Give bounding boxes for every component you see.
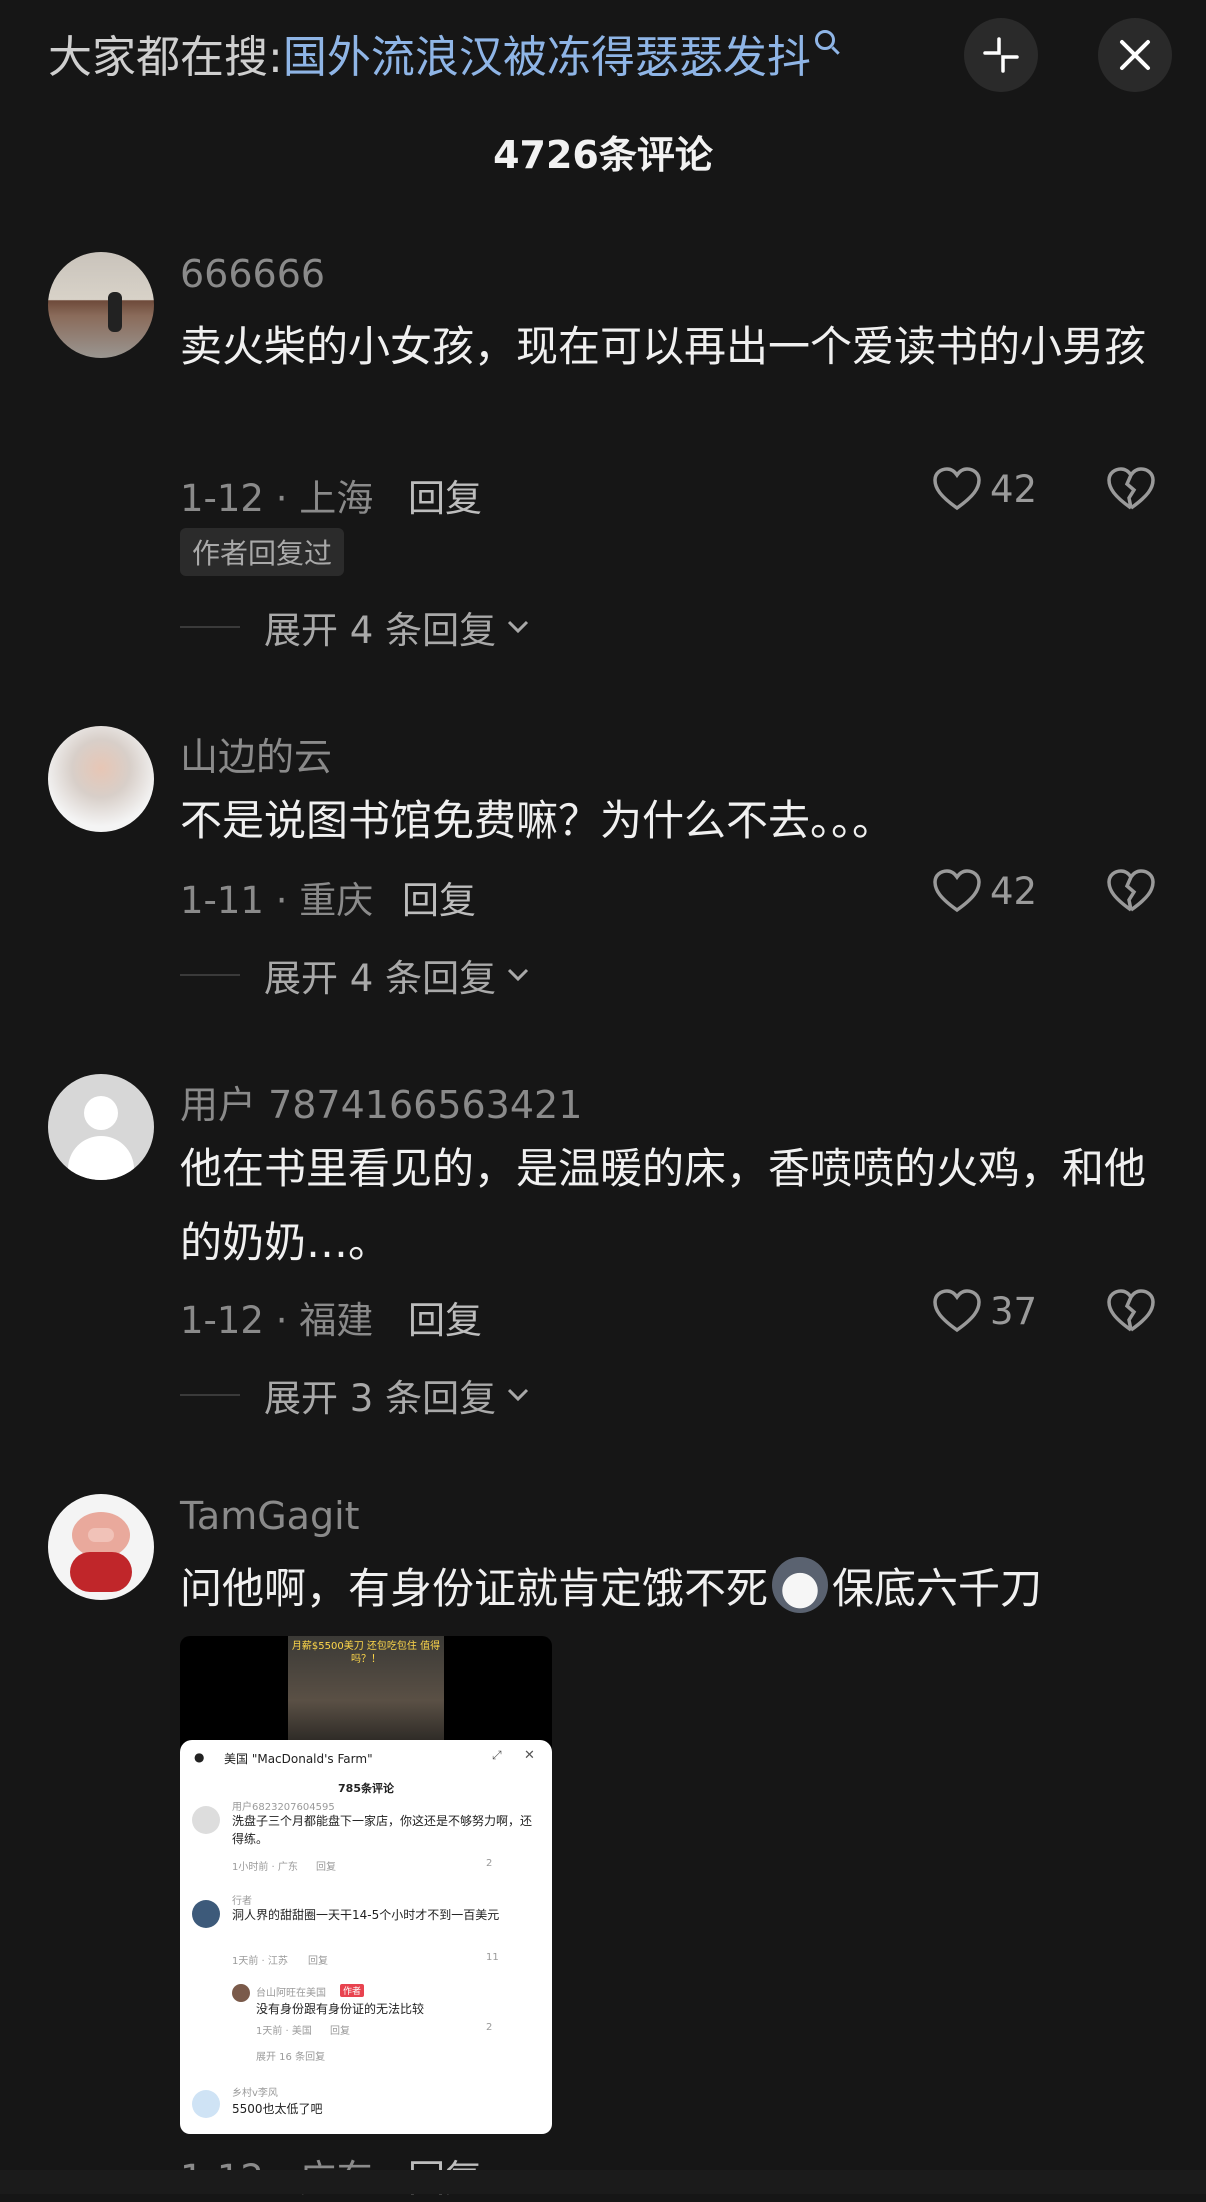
- comment-username[interactable]: 山边的云: [180, 726, 332, 781]
- expand-label: 展开 4 条回复: [264, 957, 497, 1000]
- reply-button[interactable]: 回复: [408, 1290, 482, 1344]
- heart-icon: [933, 467, 981, 511]
- chevron-down-icon: [508, 620, 529, 634]
- embedded-username: 行者: [232, 1896, 252, 1907]
- avatar[interactable]: [48, 252, 154, 358]
- comment-text-part: 问他啊，有身份证就肯定饿不死: [180, 1564, 769, 1613]
- like-count: 42: [990, 467, 1038, 511]
- embedded-likes: 2: [486, 1858, 493, 1869]
- embedded-username: 乡村v李风: [232, 2088, 278, 2099]
- heart-icon: [933, 869, 981, 913]
- embedded-username: 台山阿旺在美国: [256, 1988, 326, 1999]
- like-count: 37: [990, 1289, 1038, 1333]
- expand-replies-button[interactable]: 展开 4 条回复: [180, 600, 530, 654]
- embedded-text: 没有身份跟有身份证的无法比较: [256, 2002, 425, 2016]
- comment-username[interactable]: 666666: [180, 252, 325, 296]
- expand-replies-button[interactable]: 展开 3 条回复: [180, 1368, 530, 1422]
- embedded-reply: 回复: [308, 1956, 328, 1967]
- search-prefix: 大家都在搜:: [48, 32, 283, 83]
- expand-replies-button[interactable]: 展开 4 条回复: [180, 948, 530, 1002]
- embedded-meta: 1天前 · 江苏: [232, 1956, 288, 1967]
- embedded-reply: 回复: [316, 1862, 336, 1873]
- chevron-down-icon: [508, 968, 529, 982]
- avatar: [192, 2090, 220, 2118]
- bottom-bar: [0, 2170, 1206, 2194]
- comment-text: 不是说图书馆免费嘛？为什么不去。。。: [180, 796, 895, 845]
- broken-heart-icon: [1107, 869, 1155, 912]
- close-icon: ✕: [524, 1748, 535, 1763]
- dislike-button[interactable]: [1106, 466, 1156, 516]
- avatar[interactable]: [48, 1494, 154, 1600]
- comment-date-location: 1-11 · 重庆: [180, 879, 374, 922]
- divider: [180, 626, 240, 628]
- divider: [180, 1394, 240, 1396]
- expand-label: 展开 3 条回复: [264, 1377, 497, 1420]
- embedded-expand: 展开 16 条回复: [256, 2052, 326, 2063]
- location-pin-icon: ●: [194, 1750, 205, 1764]
- avatar: [192, 1900, 220, 1928]
- comment-text: 卖火柴的小女孩，现在可以再出一个爱读书的小男孩: [180, 322, 1147, 371]
- comment-date-location: 1-12 · 上海: [180, 477, 374, 520]
- avatar: [192, 1806, 220, 1834]
- like-button[interactable]: 37: [932, 1288, 1037, 1334]
- trending-search-term[interactable]: 国外流浪汉被冻得瑟瑟发抖: [283, 32, 811, 83]
- avatar: [232, 1984, 250, 2002]
- reply-button[interactable]: 回复: [402, 870, 476, 924]
- embedded-reply: 回复: [330, 2026, 350, 2037]
- expand-label: 展开 4 条回复: [264, 609, 497, 652]
- embedded-comment-sheet: ● 美国 "MacDonald's Farm" ⤢ ✕ 785条评论 用户682…: [180, 1740, 552, 2134]
- comment-image[interactable]: 月薪$5500美刀 还包吃包住 值得吗？！ ● 美国 "MacDonald's …: [180, 1636, 552, 2134]
- like-button[interactable]: 42: [932, 466, 1037, 512]
- embedded-meta: 1小时前 · 广东: [232, 1862, 298, 1873]
- dislike-button[interactable]: [1106, 868, 1156, 918]
- trending-search-hint[interactable]: 大家都在搜:国外流浪汉被冻得瑟瑟发抖: [48, 30, 835, 86]
- embedded-likes: 11: [486, 1952, 499, 1963]
- embedded-text: 洞人界的甜甜圈一天干14-5个小时才不到一百美元: [232, 1908, 500, 1922]
- embedded-meta: 1天前 · 美国: [256, 2026, 312, 2037]
- collapse-icon: ⤢: [492, 1748, 502, 1762]
- chevron-down-icon: [508, 1388, 529, 1402]
- author-replied-badge: 作者回复过: [180, 528, 345, 576]
- heart-icon: [933, 1289, 981, 1333]
- reply-button[interactable]: 回复: [408, 468, 482, 522]
- search-icon: [814, 30, 835, 50]
- video-caption: 月薪$5500美刀 还包吃包住 值得吗？！: [291, 1641, 441, 1665]
- broken-heart-icon: [1107, 1289, 1155, 1332]
- husky-emoji-icon: [772, 1557, 829, 1613]
- embedded-text: 5500也太低了吧: [232, 2102, 323, 2116]
- embedded-text: 洗盘子三个月都能盘下一家店，你这还是不够努力啊，还得练。: [232, 1814, 533, 1846]
- avatar[interactable]: [48, 726, 154, 832]
- collapse-button[interactable]: [964, 18, 1038, 92]
- embedded-likes: 2: [486, 2022, 493, 2033]
- comment-username[interactable]: 用户 7874166563421: [180, 1074, 582, 1129]
- embedded-location: 美国 "MacDonald's Farm": [224, 1752, 373, 1766]
- dislike-button[interactable]: [1106, 1288, 1156, 1338]
- comment-text-part: 保底六千刀: [832, 1564, 1043, 1613]
- divider: [180, 974, 240, 976]
- like-button[interactable]: 42: [932, 868, 1037, 914]
- comment-username[interactable]: TamGagit: [180, 1494, 360, 1538]
- comment-text: 他在书里看见的，是温暖的床，香喷喷的火鸡，和他的奶奶…。: [180, 1144, 1147, 1267]
- embedded-username: 用户6823207604595: [232, 1802, 335, 1813]
- like-count: 42: [990, 869, 1038, 913]
- close-button[interactable]: [1098, 18, 1172, 92]
- comment-text: 问他啊，有身份证就肯定饿不死 保底六千刀: [180, 1552, 1180, 1626]
- broken-heart-icon: [1107, 467, 1155, 510]
- embedded-count: 785条评论: [338, 1782, 394, 1795]
- comment-date-location: 1-12 · 福建: [180, 1299, 374, 1342]
- avatar[interactable]: [48, 1074, 154, 1180]
- comment-count: 4726条评论: [493, 133, 713, 177]
- collapse-icon: [983, 37, 1019, 73]
- close-icon: [1120, 40, 1150, 70]
- author-badge: 作者: [340, 1984, 365, 1997]
